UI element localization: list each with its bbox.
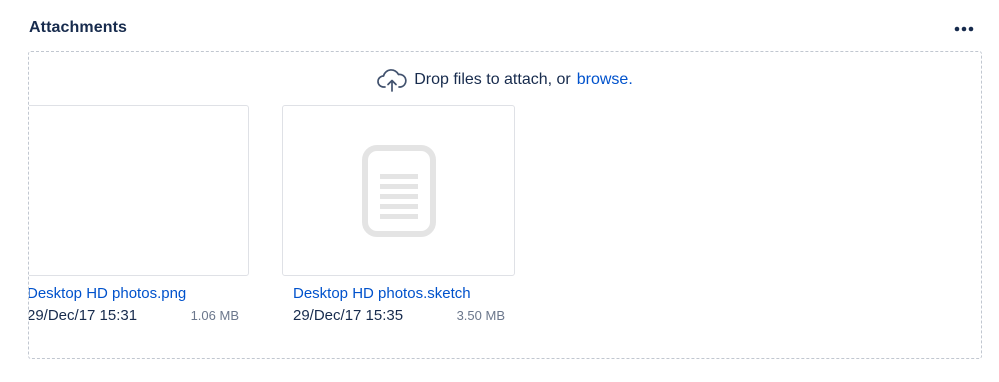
attachment-meta: 29/Dec/17 15:31 1.06 MB — [28, 307, 239, 324]
more-actions-button[interactable] — [950, 18, 978, 40]
attachment-thumbnail[interactable] — [282, 105, 515, 276]
attachment-dropzone[interactable]: Drop files to attach, or browse. Desktop… — [28, 51, 982, 359]
cloud-upload-icon — [377, 69, 407, 92]
attachment-size: 1.06 MB — [190, 308, 239, 323]
attachment-date: 29/Dec/17 15:35 — [293, 307, 404, 324]
attachment-name[interactable]: Desktop HD photos.png — [29, 285, 239, 302]
drop-prompt-row: Drop files to attach, or browse. — [29, 67, 981, 93]
attachment-card[interactable]: Desktop HD photos.sketch 29/Dec/17 15:35… — [282, 105, 515, 324]
attachment-meta: 29/Dec/17 15:35 3.50 MB — [293, 307, 505, 324]
attachments-title: Attachments — [29, 19, 128, 36]
attachment-name[interactable]: Desktop HD photos.sketch — [293, 285, 505, 302]
attachment-size: 3.50 MB — [456, 308, 505, 323]
document-icon — [361, 144, 436, 237]
drop-prompt-text: Drop files to attach, or — [414, 71, 571, 88]
attachment-date: 29/Dec/17 15:31 — [28, 307, 138, 324]
ellipsis-icon — [954, 26, 974, 32]
attachment-thumbnail[interactable] — [29, 105, 249, 276]
attachment-card[interactable]: Desktop HD photos.png 29/Dec/17 15:31 1.… — [28, 105, 249, 324]
browse-link[interactable]: browse. — [577, 71, 633, 89]
